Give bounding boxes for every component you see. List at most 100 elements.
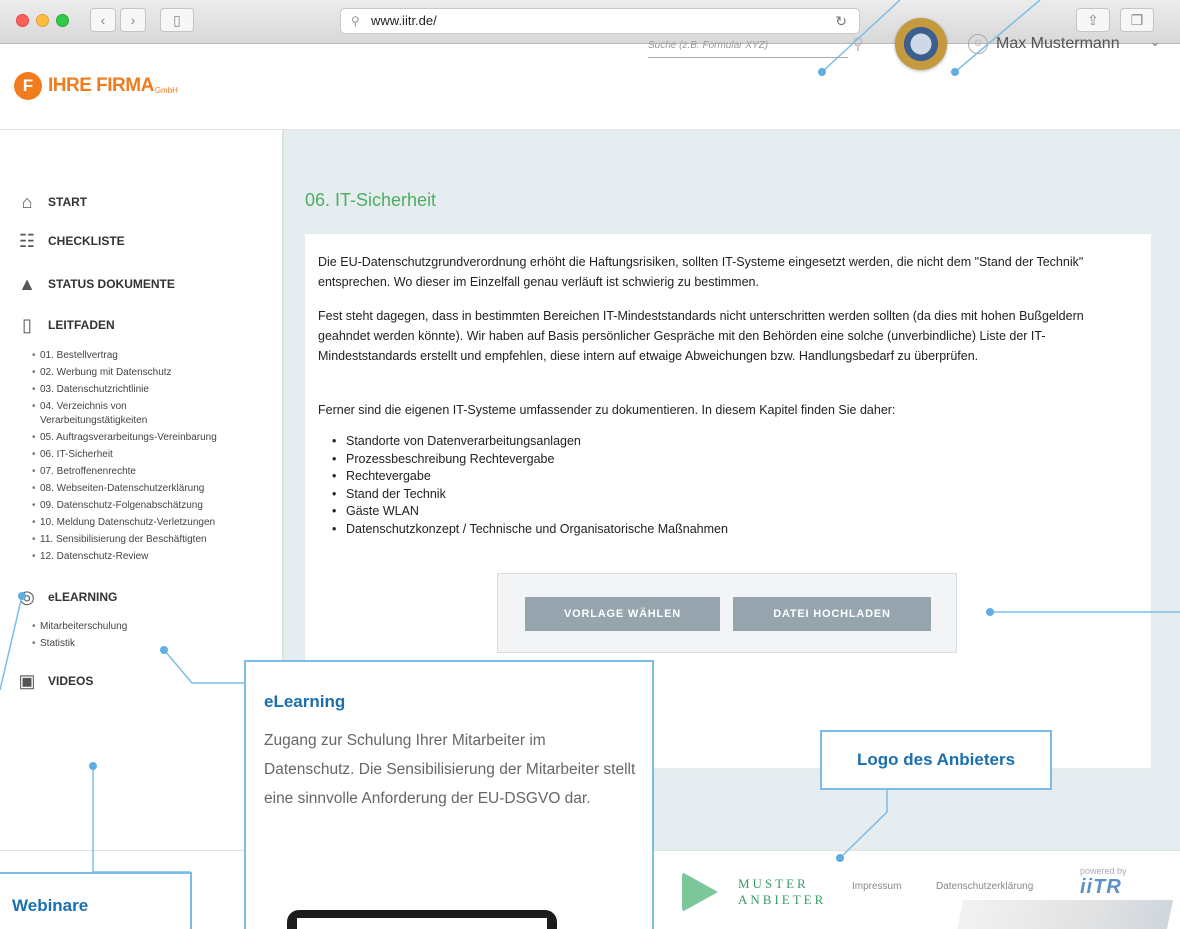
- itr-logo[interactable]: iiTR: [1080, 876, 1122, 899]
- annotation-marker: [986, 608, 994, 616]
- leitfaden-item[interactable]: • 12. Datenschutz-Review: [32, 550, 149, 563]
- paragraph-1: Die EU-Datenschutzgrundverordnung erhöht…: [318, 255, 1084, 289]
- chevron-left-icon: ‹: [100, 12, 106, 28]
- chapter-contents-list: Standorte von Datenverarbeitungsanlagen …: [346, 433, 728, 538]
- sidebar-item-label: VIDEOS: [48, 674, 94, 688]
- annotation-marker: [836, 854, 844, 862]
- leitfaden-item[interactable]: • 09. Datenschutz-Folgenabschätzung: [32, 499, 203, 512]
- leitfaden-item[interactable]: • 08. Webseiten-Datenschutzerklärung: [32, 482, 205, 495]
- tabs-overview-button[interactable]: ❐: [1120, 8, 1154, 32]
- leitfaden-item[interactable]: • 04. Verzeichnis von: [32, 400, 127, 413]
- search-icon[interactable]: ⚲: [852, 34, 864, 54]
- minimize-window-button[interactable]: [36, 14, 49, 27]
- sidebar-item-status-dokumente[interactable]: ▲ STATUS DOKUMENTE: [16, 273, 175, 295]
- leitfaden-item-label: 09. Datenschutz-Folgenabschätzung: [40, 500, 203, 511]
- chevron-right-icon: ›: [130, 12, 136, 28]
- leitfaden-item-label: 05. Auftragsverarbeitungs-Vereinbarung: [40, 432, 217, 443]
- tabs-icon: ❐: [1130, 12, 1144, 28]
- zoom-window-button[interactable]: [56, 14, 69, 27]
- leitfaden-item[interactable]: • 11. Sensibilisierung der Beschäftigten: [32, 533, 207, 546]
- search-input[interactable]: Suche (z.B. Formular XYZ): [648, 36, 848, 58]
- search-icon: ⚲: [351, 14, 360, 28]
- home-icon: ⌂: [21, 191, 33, 212]
- elearning-item[interactable]: • Statistik: [32, 637, 76, 650]
- leitfaden-item-label: 06. IT-Sicherheit: [40, 449, 113, 460]
- impressum-link[interactable]: Impressum: [852, 881, 901, 892]
- sidebar-icon: ▯: [173, 12, 181, 28]
- leitfaden-item-label: 10. Meldung Datenschutz-Verletzungen: [40, 517, 216, 528]
- laptop-illustration: [287, 910, 557, 929]
- company-logo[interactable]: F IHRE FIRMA GmbH: [14, 66, 178, 106]
- checklist-icon: ☷: [18, 230, 36, 251]
- powered-by-text: powered by: [1080, 866, 1127, 876]
- leitfaden-item-label: 02. Werbung mit Datenschutz: [40, 367, 172, 378]
- leitfaden-item-label: 11. Sensibilisierung der Beschäftigten: [40, 534, 207, 545]
- back-button[interactable]: ‹: [90, 8, 116, 32]
- sidebar-item-label: eLEARNING: [48, 590, 118, 604]
- forward-button[interactable]: ›: [120, 8, 146, 32]
- decorative-device-image: [956, 900, 1174, 929]
- paragraph-2: Fest steht dagegen, dass in bestimmten B…: [318, 309, 1084, 363]
- provider-name-line1: MUSTER: [738, 876, 809, 891]
- app-header: F IHRE FIRMA GmbH: [0, 44, 1180, 130]
- page-title: 06. IT-Sicherheit: [305, 190, 437, 210]
- leitfaden-item[interactable]: • 06. IT-Sicherheit: [32, 448, 113, 461]
- sidebar-item-label: START: [48, 195, 88, 209]
- list-item: Prozessbeschreibung Rechtevergabe: [346, 451, 728, 469]
- leitfaden-item-label: 07. Betroffenenrechte: [40, 466, 136, 477]
- privacy-policy-link[interactable]: Datenschutzerklärung: [936, 881, 1033, 892]
- paragraph-3: Ferner sind die eigenen IT-Systeme umfas…: [318, 403, 896, 417]
- sidebar-item-start[interactable]: ⌂ START: [16, 191, 88, 213]
- list-item: Gäste WLAN: [346, 503, 728, 521]
- leitfaden-item[interactable]: • 01. Bestellvertrag: [32, 349, 118, 362]
- leitfaden-item-label: 01. Bestellvertrag: [40, 350, 118, 361]
- annotation-marker: [951, 68, 959, 76]
- list-item: Rechtevergabe: [346, 468, 728, 486]
- leitfaden-item-label: 04. Verzeichnis von: [40, 401, 127, 412]
- sidebar-item-leitfaden[interactable]: ▯ LEITFADEN: [16, 314, 115, 336]
- elearning-item[interactable]: • Mitarbeiterschulung: [32, 620, 128, 633]
- user-name[interactable]: Max Mustermann: [996, 35, 1120, 53]
- elearning-callout-title: eLearning: [264, 692, 346, 711]
- sidebar-item-checkliste[interactable]: ☷ CHECKLISTE: [16, 230, 125, 252]
- leitfaden-item[interactable]: • 02. Werbung mit Datenschutz: [32, 366, 172, 379]
- elearning-callout-text: Zugang zur Schulung Ihrer Mitarbeiter im…: [264, 732, 636, 807]
- leitfaden-item-label: 12. Datenschutz-Review: [40, 551, 149, 562]
- user-icon[interactable]: ☺: [968, 34, 988, 54]
- elearning-item-label: Statistik: [40, 638, 76, 649]
- provider-logo-callout-title: Logo des Anbieters: [856, 750, 1016, 769]
- leitfaden-item[interactable]: • 03. Datenschutzrichtlinie: [32, 383, 149, 396]
- leitfaden-item-label: 08. Webseiten-Datenschutzerklärung: [40, 483, 205, 494]
- leitfaden-item[interactable]: • 07. Betroffenenrechte: [32, 465, 136, 478]
- elearning-item-label: Mitarbeiterschulung: [40, 621, 128, 632]
- provider-name-line2: ANBIETER: [738, 892, 827, 907]
- webinar-callout: Webinare: [0, 872, 192, 929]
- share-button[interactable]: ⇪: [1076, 8, 1110, 32]
- leitfaden-item-continuation[interactable]: Verarbeitungstätigkeiten: [40, 414, 147, 427]
- list-item: Datenschutzkonzept / Technische und Orga…: [346, 521, 728, 539]
- reload-icon[interactable]: ↻: [835, 9, 847, 33]
- sidebar-item-elearning[interactable]: ◎ eLEARNING: [16, 586, 117, 608]
- provider-logo-text: MUSTER ANBIETER: [738, 876, 826, 908]
- annotation-marker: [18, 592, 26, 600]
- list-item: Standorte von Datenverarbeitungsanlagen: [346, 433, 728, 451]
- close-window-button[interactable]: [16, 14, 29, 27]
- share-icon: ⇪: [1087, 12, 1099, 28]
- leitfaden-item[interactable]: • 05. Auftragsverarbeitungs-Vereinbarung: [32, 431, 217, 444]
- sidebar-item-videos[interactable]: ▣ VIDEOS: [16, 670, 93, 692]
- sidebar-item-label: STATUS DOKUMENTE: [48, 277, 175, 291]
- select-template-button[interactable]: VORLAGE WÄHLEN: [525, 597, 720, 631]
- video-icon: ▣: [18, 670, 36, 691]
- pyramid-icon: ▲: [18, 273, 36, 294]
- provider-logo-mark: [682, 872, 718, 912]
- logo-text: IHRE FIRMA: [48, 75, 154, 96]
- upload-file-button[interactable]: DATEI HOCHLADEN: [733, 597, 931, 631]
- leitfaden-item-label: Verarbeitungstätigkeiten: [40, 415, 148, 426]
- sidebar-toggle-button[interactable]: ▯: [160, 8, 194, 32]
- book-icon: ▯: [22, 314, 32, 335]
- annotation-marker: [818, 68, 826, 76]
- address-bar[interactable]: ⚲ www.iitr.de/ ↻: [340, 8, 860, 34]
- chevron-down-icon[interactable]: ⌄: [1150, 35, 1160, 49]
- leitfaden-item[interactable]: • 10. Meldung Datenschutz-Verletzungen: [32, 516, 216, 529]
- annotation-marker: [160, 646, 168, 654]
